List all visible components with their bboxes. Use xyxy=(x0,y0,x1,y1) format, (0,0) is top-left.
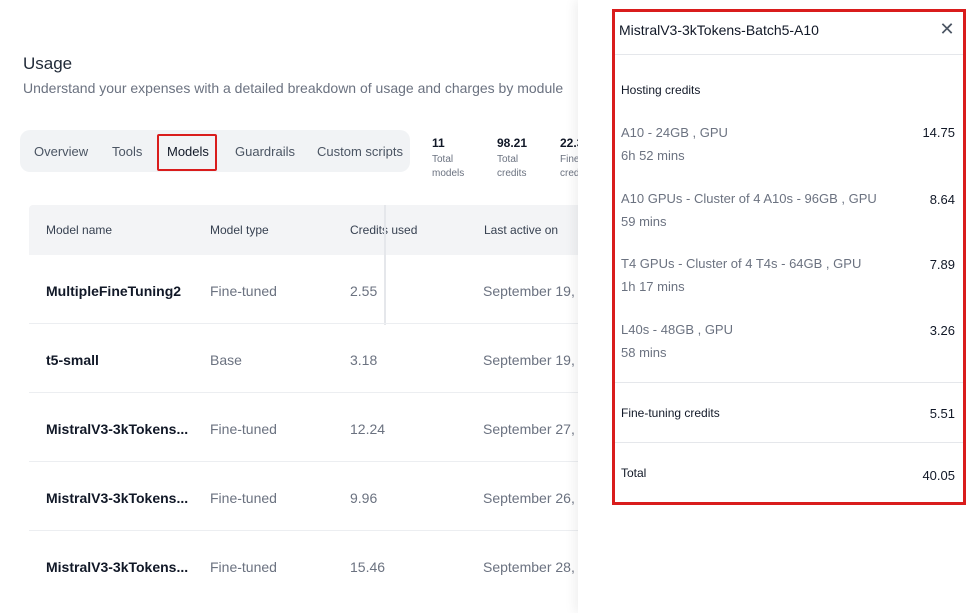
header-last-active[interactable]: Last active on xyxy=(484,223,558,237)
usage-page: Usage Understand your expenses with a de… xyxy=(0,0,611,613)
page-title: Usage xyxy=(23,54,73,73)
hosting-item-value: 3.26 xyxy=(929,323,955,338)
header-model-type[interactable]: Model type xyxy=(210,223,269,237)
page-subtitle: Understand your expenses with a detailed… xyxy=(23,80,564,96)
hosting-item-duration: 6h 52 mins xyxy=(621,148,685,163)
total-label: Total xyxy=(621,466,647,480)
credits-used: 3.18 xyxy=(350,352,378,368)
hosting-item-name: A10 GPUs - Cluster of 4 A10s - 96GB , GP… xyxy=(621,191,877,206)
divider xyxy=(615,442,963,443)
stat-label-line1: Total xyxy=(497,154,519,165)
hosting-item-duration: 59 mins xyxy=(621,214,667,229)
credits-used: 2.55 xyxy=(350,283,378,299)
stat-total-models: 11 Total models xyxy=(432,136,492,181)
hosting-item-name: L40s - 48GB , GPU xyxy=(621,322,733,337)
hosting-item-duration: 58 mins xyxy=(621,345,667,360)
model-name[interactable]: MultipleFineTuning2 xyxy=(46,283,181,299)
divider xyxy=(615,54,963,55)
stat-value: 98.21 xyxy=(497,136,528,150)
tab-guardrails[interactable]: Guardrails xyxy=(235,144,295,159)
stat-total-credits: 98.21 Total credits xyxy=(497,136,557,181)
hosting-item-name: A10 - 24GB , GPU xyxy=(621,125,728,140)
table-row[interactable]: MistralV3-3kTokens... Fine-tuned 9.96 Se… xyxy=(29,462,611,531)
hosting-item-duration: 1h 17 mins xyxy=(621,279,685,294)
tab-overview[interactable]: Overview xyxy=(34,144,88,159)
model-type: Base xyxy=(210,352,242,368)
model-name[interactable]: MistralV3-3kTokens... xyxy=(46,559,188,575)
stat-value: 11 xyxy=(432,136,445,150)
tab-models[interactable]: Models xyxy=(167,144,209,159)
divider xyxy=(615,382,963,383)
tab-tools[interactable]: Tools xyxy=(112,144,142,159)
finetuning-credits-value: 5.51 xyxy=(929,406,955,421)
drawer-title: MistralV3-3kTokens-Batch5-A10 xyxy=(619,22,819,38)
model-name[interactable]: MistralV3-3kTokens... xyxy=(46,421,188,437)
model-type: Fine-tuned xyxy=(210,283,277,299)
hosting-item-value: 14.75 xyxy=(922,125,955,140)
model-name[interactable]: MistralV3-3kTokens... xyxy=(46,490,188,506)
total-value: 40.05 xyxy=(922,468,955,483)
stat-label-line2: credits xyxy=(497,168,527,179)
credits-used: 15.46 xyxy=(350,559,386,575)
model-type: Fine-tuned xyxy=(210,421,277,437)
table-header: Model name Model type Credits used Last … xyxy=(29,205,611,255)
hosting-item-value: 8.64 xyxy=(929,192,955,207)
stat-label-line2: models xyxy=(432,168,465,179)
module-tabs: Overview Tools Models Guardrails Custom … xyxy=(20,130,410,172)
model-name[interactable]: t5-small xyxy=(46,352,99,368)
hosting-credits-title: Hosting credits xyxy=(621,83,701,97)
model-type: Fine-tuned xyxy=(210,559,277,575)
hosting-item-value: 7.89 xyxy=(929,257,955,272)
model-usage-drawer: MistralV3-3kTokens-Batch5-A10 ✕ Hosting … xyxy=(612,9,966,505)
finetuning-credits-label: Fine-tuning credits xyxy=(621,406,720,420)
table-row[interactable]: MultipleFineTuning2 Fine-tuned 2.55 Sept… xyxy=(29,255,611,324)
credits-used: 12.24 xyxy=(350,421,386,437)
hosting-item-name: T4 GPUs - Cluster of 4 T4s - 64GB , GPU xyxy=(621,256,862,271)
table-row[interactable]: MistralV3-3kTokens... Fine-tuned 12.24 S… xyxy=(29,393,611,462)
table-row[interactable]: MistralV3-3kTokens... Fine-tuned 15.46 S… xyxy=(29,531,611,600)
credits-used: 9.96 xyxy=(350,490,378,506)
close-icon[interactable]: ✕ xyxy=(939,20,955,38)
tab-custom-scripts[interactable]: Custom scripts xyxy=(317,144,403,159)
header-model-name[interactable]: Model name xyxy=(46,223,112,237)
table-row[interactable]: t5-small Base 3.18 September 19, 2024 xyxy=(29,324,611,393)
models-table: Model name Model type Credits used Last … xyxy=(29,205,611,600)
model-type: Fine-tuned xyxy=(210,490,277,506)
stat-label-line1: Total xyxy=(432,154,454,165)
